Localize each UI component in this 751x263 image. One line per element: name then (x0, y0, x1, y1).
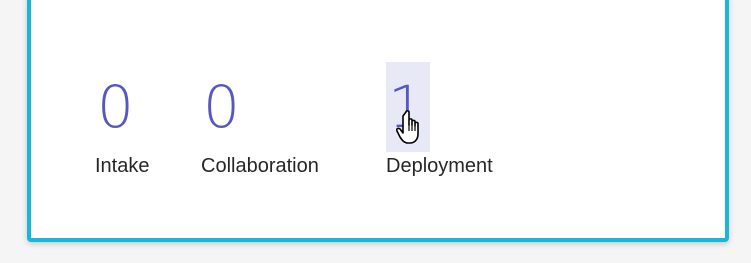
stat-collaboration[interactable]: 0 Collaboration (201, 62, 319, 178)
hand-pointer-icon (396, 110, 419, 144)
intake-count[interactable]: 0 (95, 62, 136, 152)
collaboration-label: Collaboration (201, 155, 319, 177)
intake-label: Intake (95, 155, 150, 177)
collaboration-count[interactable]: 0 (201, 62, 242, 152)
stat-intake[interactable]: 0 Intake (95, 62, 149, 178)
deployment-label: Deployment (386, 155, 493, 177)
pipeline-stats-card: 0 Intake 0 Collaboration 1 Deployment (27, 0, 729, 242)
